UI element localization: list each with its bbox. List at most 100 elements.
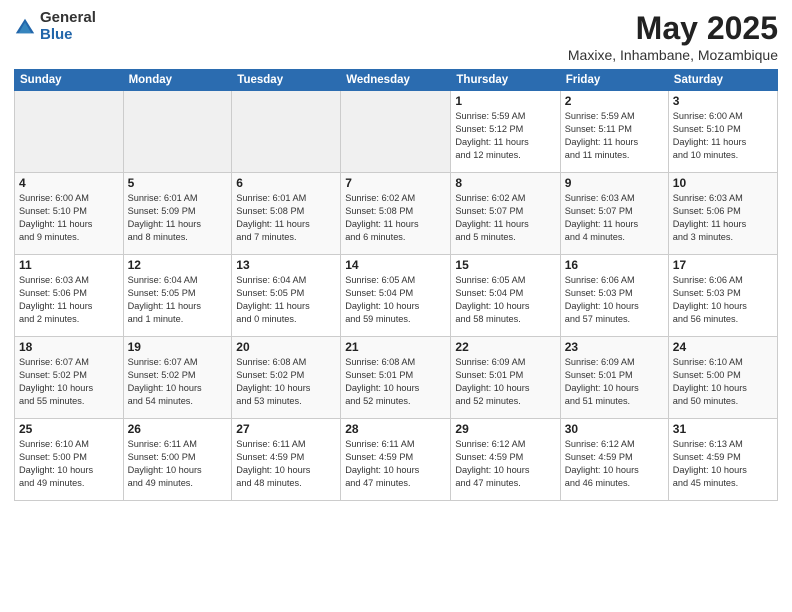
day-info: Sunrise: 6:13 AM Sunset: 4:59 PM Dayligh… <box>673 438 773 490</box>
day-cell-28: 28Sunrise: 6:11 AM Sunset: 4:59 PM Dayli… <box>341 419 451 501</box>
day-info: Sunrise: 6:04 AM Sunset: 5:05 PM Dayligh… <box>236 274 336 326</box>
day-cell-2: 2 Sunrise: 5:59 AM Sunset: 5:11 PM Daylig… <box>560 91 668 173</box>
day-info: Sunrise: 6:08 AM Sunset: 5:02 PM Dayligh… <box>236 356 336 408</box>
day-info: Sunrise: 6:09 AM Sunset: 5:01 PM Dayligh… <box>455 356 555 408</box>
day-cell-13: 13 Sunrise: 6:04 AM Sunset: 5:05 PM Dayli… <box>232 255 341 337</box>
day-number: 3 <box>673 94 773 108</box>
empty-cell <box>15 91 124 173</box>
day-number: 9 <box>565 176 664 190</box>
day-number: 20 <box>236 340 336 354</box>
day-number: 5 <box>128 176 228 190</box>
weekday-header-saturday: Saturday <box>668 70 777 91</box>
day-number: 21 <box>345 340 446 354</box>
day-info: Sunrise: 6:07 AM Sunset: 5:02 PM Dayligh… <box>19 356 119 408</box>
day-number: 17 <box>673 258 773 272</box>
day-cell-16: 16Sunrise: 6:06 AM Sunset: 5:03 PM Dayli… <box>560 255 668 337</box>
title-month: May 2025 <box>568 10 778 47</box>
day-cell-27: 27Sunrise: 6:11 AM Sunset: 4:59 PM Dayli… <box>232 419 341 501</box>
day-cell-25: 25 Sunrise: 6:10 AM Sunset: 5:00 PM Dayli… <box>15 419 124 501</box>
weekday-header-thursday: Thursday <box>451 70 560 91</box>
day-number: 10 <box>673 176 773 190</box>
day-cell-12: 12Sunrise: 6:04 AM Sunset: 5:05 PM Dayli… <box>123 255 232 337</box>
day-cell-1: 1 Sunrise: 5:59 AM Sunset: 5:12 PM Daylig… <box>451 91 560 173</box>
day-info: Sunrise: 6:04 AM Sunset: 5:05 PM Dayligh… <box>128 274 228 326</box>
week-row-2: 4Sunrise: 6:00 AM Sunset: 5:10 PM Daylig… <box>15 173 778 255</box>
day-cell-5: 5 Sunrise: 6:01 AM Sunset: 5:09 PM Daylig… <box>123 173 232 255</box>
day-info: Sunrise: 6:12 AM Sunset: 4:59 PM Dayligh… <box>565 438 664 490</box>
day-info: Sunrise: 6:00 AM Sunset: 5:10 PM Dayligh… <box>19 192 119 244</box>
week-row-5: 25 Sunrise: 6:10 AM Sunset: 5:00 PM Dayli… <box>15 419 778 501</box>
day-info: Sunrise: 6:09 AM Sunset: 5:01 PM Dayligh… <box>565 356 664 408</box>
day-number: 6 <box>236 176 336 190</box>
day-number: 2 <box>565 94 664 108</box>
day-info: Sunrise: 6:03 AM Sunset: 5:07 PM Dayligh… <box>565 192 664 244</box>
title-location: Maxixe, Inhambane, Mozambique <box>568 47 778 63</box>
day-info: Sunrise: 6:12 AM Sunset: 4:59 PM Dayligh… <box>455 438 555 490</box>
day-number: 24 <box>673 340 773 354</box>
day-info: Sunrise: 5:59 AM Sunset: 5:12 PM Dayligh… <box>455 110 555 162</box>
day-number: 25 <box>19 422 119 436</box>
day-info: Sunrise: 6:01 AM Sunset: 5:08 PM Dayligh… <box>236 192 336 244</box>
day-info: Sunrise: 5:59 AM Sunset: 5:11 PM Dayligh… <box>565 110 664 162</box>
day-info: Sunrise: 6:11 AM Sunset: 4:59 PM Dayligh… <box>345 438 446 490</box>
day-info: Sunrise: 6:07 AM Sunset: 5:02 PM Dayligh… <box>128 356 228 408</box>
day-cell-18: 18 Sunrise: 6:07 AM Sunset: 5:02 PM Dayli… <box>15 337 124 419</box>
day-cell-23: 23 Sunrise: 6:09 AM Sunset: 5:01 PM Dayli… <box>560 337 668 419</box>
day-number: 15 <box>455 258 555 272</box>
day-number: 7 <box>345 176 446 190</box>
day-info: Sunrise: 6:08 AM Sunset: 5:01 PM Dayligh… <box>345 356 446 408</box>
logo-blue: Blue <box>40 27 96 44</box>
day-cell-4: 4Sunrise: 6:00 AM Sunset: 5:10 PM Daylig… <box>15 173 124 255</box>
day-number: 23 <box>565 340 664 354</box>
day-cell-15: 15 Sunrise: 6:05 AM Sunset: 5:04 PM Dayli… <box>451 255 560 337</box>
day-info: Sunrise: 6:02 AM Sunset: 5:08 PM Dayligh… <box>345 192 446 244</box>
day-number: 29 <box>455 422 555 436</box>
day-number: 1 <box>455 94 555 108</box>
day-info: Sunrise: 6:03 AM Sunset: 5:06 PM Dayligh… <box>673 192 773 244</box>
day-info: Sunrise: 6:02 AM Sunset: 5:07 PM Dayligh… <box>455 192 555 244</box>
empty-cell <box>232 91 341 173</box>
day-cell-8: 8 Sunrise: 6:02 AM Sunset: 5:07 PM Daylig… <box>451 173 560 255</box>
day-cell-9: 9 Sunrise: 6:03 AM Sunset: 5:07 PM Daylig… <box>560 173 668 255</box>
day-number: 18 <box>19 340 119 354</box>
day-info: Sunrise: 6:00 AM Sunset: 5:10 PM Dayligh… <box>673 110 773 162</box>
day-number: 14 <box>345 258 446 272</box>
day-info: Sunrise: 6:03 AM Sunset: 5:06 PM Dayligh… <box>19 274 119 326</box>
calendar-page: General Blue May 2025 Maxixe, Inhambane,… <box>0 0 792 612</box>
empty-cell <box>341 91 451 173</box>
day-cell-29: 29 Sunrise: 6:12 AM Sunset: 4:59 PM Dayli… <box>451 419 560 501</box>
header: General Blue May 2025 Maxixe, Inhambane,… <box>14 10 778 63</box>
weekday-header-sunday: Sunday <box>15 70 124 91</box>
day-cell-31: 31 Sunrise: 6:13 AM Sunset: 4:59 PM Dayli… <box>668 419 777 501</box>
day-number: 13 <box>236 258 336 272</box>
weekday-header-wednesday: Wednesday <box>341 70 451 91</box>
logo-text: General Blue <box>40 10 96 43</box>
day-cell-30: 30 Sunrise: 6:12 AM Sunset: 4:59 PM Dayli… <box>560 419 668 501</box>
day-cell-11: 11 Sunrise: 6:03 AM Sunset: 5:06 PM Dayli… <box>15 255 124 337</box>
logo-icon <box>14 16 36 38</box>
empty-cell <box>123 91 232 173</box>
day-info: Sunrise: 6:10 AM Sunset: 5:00 PM Dayligh… <box>673 356 773 408</box>
week-row-1: 1 Sunrise: 5:59 AM Sunset: 5:12 PM Daylig… <box>15 91 778 173</box>
day-info: Sunrise: 6:11 AM Sunset: 4:59 PM Dayligh… <box>236 438 336 490</box>
day-info: Sunrise: 6:05 AM Sunset: 5:04 PM Dayligh… <box>455 274 555 326</box>
day-cell-24: 24 Sunrise: 6:10 AM Sunset: 5:00 PM Dayli… <box>668 337 777 419</box>
day-cell-17: 17Sunrise: 6:06 AM Sunset: 5:03 PM Dayli… <box>668 255 777 337</box>
day-number: 8 <box>455 176 555 190</box>
logo-general: General <box>40 10 96 27</box>
day-cell-19: 19Sunrise: 6:07 AM Sunset: 5:02 PM Dayli… <box>123 337 232 419</box>
day-number: 11 <box>19 258 119 272</box>
day-cell-20: 20 Sunrise: 6:08 AM Sunset: 5:02 PM Dayli… <box>232 337 341 419</box>
day-cell-21: 21 Sunrise: 6:08 AM Sunset: 5:01 PM Dayli… <box>341 337 451 419</box>
day-number: 16 <box>565 258 664 272</box>
day-number: 31 <box>673 422 773 436</box>
title-block: May 2025 Maxixe, Inhambane, Mozambique <box>568 10 778 63</box>
day-cell-6: 6 Sunrise: 6:01 AM Sunset: 5:08 PM Daylig… <box>232 173 341 255</box>
day-info: Sunrise: 6:01 AM Sunset: 5:09 PM Dayligh… <box>128 192 228 244</box>
day-info: Sunrise: 6:10 AM Sunset: 5:00 PM Dayligh… <box>19 438 119 490</box>
day-info: Sunrise: 6:05 AM Sunset: 5:04 PM Dayligh… <box>345 274 446 326</box>
day-cell-7: 7 Sunrise: 6:02 AM Sunset: 5:08 PM Daylig… <box>341 173 451 255</box>
logo: General Blue <box>14 10 96 43</box>
day-number: 30 <box>565 422 664 436</box>
week-row-3: 11 Sunrise: 6:03 AM Sunset: 5:06 PM Dayli… <box>15 255 778 337</box>
